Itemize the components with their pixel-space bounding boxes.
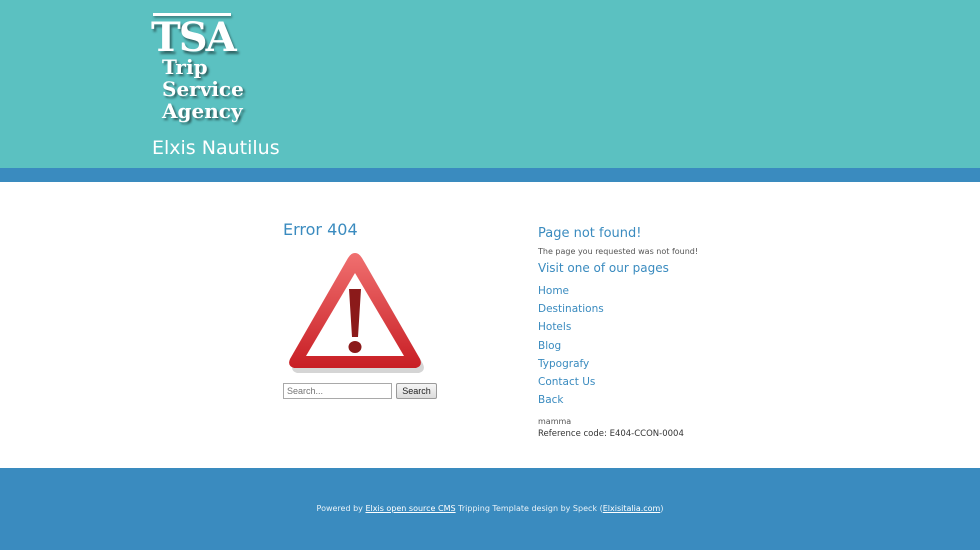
logo-mark: TSA — [151, 14, 237, 61]
error-block: Error 404 Search — [283, 220, 503, 399]
logo-line-3: Agency — [162, 99, 243, 123]
search-button[interactable]: Search — [396, 383, 437, 399]
info-block: Page not found! The page you requested w… — [538, 226, 838, 440]
logo-line-2: Service — [162, 77, 244, 101]
site-footer: Powered by Elxis open source CMS Trippin… — [0, 468, 980, 550]
footer-closing: ) — [660, 504, 664, 513]
footer-designer-link[interactable]: Elxisitalia.com — [603, 504, 661, 513]
footer-powered-by: Powered by — [316, 504, 363, 513]
link-home[interactable]: Home — [538, 285, 569, 297]
link-destinations[interactable]: Destinations — [538, 303, 604, 315]
footer-text: Powered by Elxis open source CMS Trippin… — [0, 504, 980, 514]
warning-triangle-icon — [286, 251, 424, 379]
link-contact-us[interactable]: Contact Us — [538, 376, 595, 388]
search-input[interactable] — [283, 383, 392, 399]
site-header: TSA Trip Service Agency Elxis Nautilus — [0, 0, 980, 168]
link-typografy[interactable]: Typografy — [538, 358, 589, 370]
site-logo[interactable]: TSA Trip Service Agency — [150, 10, 280, 130]
link-hotels[interactable]: Hotels — [538, 321, 571, 333]
search-form: Search — [283, 383, 437, 399]
site-name[interactable]: Elxis Nautilus — [152, 137, 280, 159]
link-back[interactable]: Back — [538, 394, 564, 406]
meta-text: mamma — [538, 417, 572, 427]
visit-pages-title: Visit one of our pages — [538, 261, 669, 275]
not-found-title: Page not found! — [538, 226, 642, 241]
reference-code: Reference code: E404-CCON-0004 — [538, 429, 684, 440]
link-blog[interactable]: Blog — [538, 340, 561, 352]
error-title: Error 404 — [283, 220, 358, 239]
header-stripe — [0, 168, 980, 182]
not-found-message: The page you requested was not found! — [538, 247, 699, 256]
page-links: Home Destinations Hotels Blog Typografy … — [538, 281, 838, 408]
footer-cms-link[interactable]: Elxis open source CMS — [365, 504, 455, 513]
footer-template-text: Tripping Template design by Speck ( — [458, 504, 603, 513]
logo-line-1: Trip — [162, 55, 208, 79]
